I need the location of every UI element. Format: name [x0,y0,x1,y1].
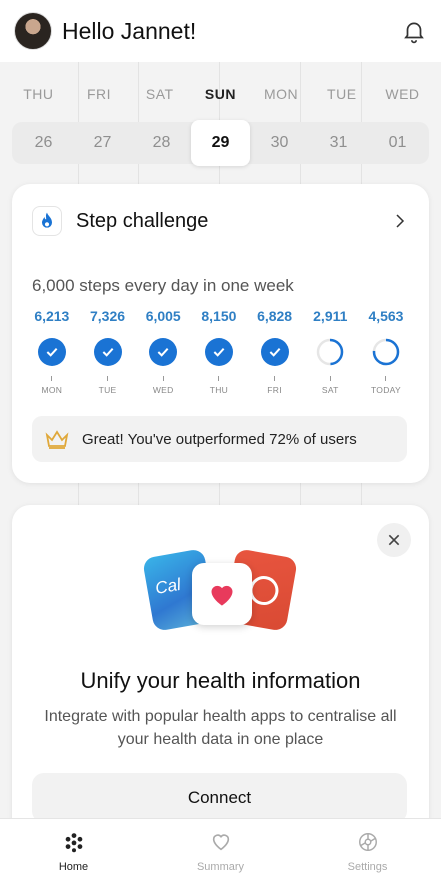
weekday-label: THU [23,86,54,102]
weekday-label: TUE [327,86,357,102]
weekday-label-selected: SUN [204,86,236,102]
step-count: 4,563 [368,308,404,324]
weekday-label: WED [385,86,420,102]
connect-button[interactable]: Connect [32,773,407,823]
step-day-label: TODAY [370,385,401,395]
bottom-navigation: Home Summary Settings [0,818,441,882]
step-day-column: 6,005 WED [135,308,191,395]
step-challenge-header[interactable]: Step challenge [32,204,409,238]
close-button[interactable] [377,523,411,557]
tick-mark [51,376,53,381]
step-day-column: 6,828 FRI [247,308,303,395]
tick-mark [218,376,220,381]
date-item[interactable]: 28 [132,122,191,164]
bell-icon[interactable] [401,18,427,44]
check-icon [93,338,122,366]
weekday-row: THU FRI SAT SUN MON TUE WED [8,86,433,102]
step-day-label: TUE [98,385,117,395]
step-day-column: 7,326 TUE [80,308,136,395]
weekday-label: SAT [145,86,174,102]
check-icon [204,338,233,366]
check-icon [149,338,178,366]
crown-icon [45,430,69,449]
date-item-selected[interactable]: 29 [191,120,250,166]
tick-mark [107,376,109,381]
app-header: Hello Jannet! [0,0,441,62]
step-count: 6,828 [257,308,293,324]
chevron-right-icon[interactable] [391,212,409,230]
gear-icon [358,833,377,851]
progress-ring-icon [372,338,400,366]
date-item[interactable]: 27 [73,122,132,164]
date-item[interactable]: 26 [14,122,73,164]
nav-label: Settings [347,861,388,873]
date-item[interactable]: 30 [250,122,309,164]
step-day-column: 2,911 SAT [302,308,358,395]
tick-mark [329,376,331,381]
nav-item-settings[interactable]: Settings [294,819,441,882]
step-week-row: 6,213 MON 7,326 TUE 6,005 WED 8,150 THU … [24,308,414,395]
nav-label: Summary [196,861,245,873]
check-icon [260,338,289,366]
step-count: 6,213 [34,308,70,324]
achievement-banner: Great! You've outperformed 72% of users [32,416,407,462]
step-count: 8,150 [201,308,237,324]
home-dots-icon [65,833,82,853]
check-icon [37,338,66,366]
tick-mark [385,376,387,381]
close-icon [388,534,400,546]
date-item[interactable]: 01 [368,122,427,164]
step-goal-text: 6,000 steps every day in one week [32,276,294,295]
unify-health-card: Cal Unify your health information Integr… [12,505,429,845]
step-day-label: FRI [267,385,282,395]
nav-item-summary[interactable]: Summary [147,819,294,882]
step-day-column: 4,563 TODAY [358,308,414,395]
step-day-column: 6,213 MON [24,308,80,395]
flame-icon [32,206,62,236]
nav-item-home[interactable]: Home [0,819,147,882]
heart-icon [212,834,229,851]
step-day-label: MON [41,385,63,395]
step-day-label: WED [152,385,174,395]
date-item[interactable]: 31 [309,122,368,164]
tick-mark [274,376,276,381]
progress-ring-icon [317,338,344,366]
tick-mark [162,376,164,381]
step-day-label: THU [209,385,229,395]
weekday-label: FRI [87,86,112,102]
weekday-label: MON [264,86,299,102]
heart-icon [211,585,233,606]
step-count: 2,911 [313,308,348,324]
step-day-column: 8,150 THU [191,308,247,395]
step-count: 6,005 [145,308,181,324]
achievement-text: Great! You've outperformed 72% of users [82,430,357,448]
health-apps-illustration: Cal [142,543,302,643]
unify-title: Unify your health information [80,668,361,693]
step-challenge-card[interactable]: Step challenge 6,000 steps every day in … [12,184,429,483]
unify-description: Integrate with popular health apps to ce… [44,708,397,748]
date-selector: 26 27 28 29 30 31 01 [12,120,429,166]
health-app-icon [192,563,252,625]
avatar[interactable] [14,12,52,50]
nav-label: Home [58,861,89,873]
step-count: 7,326 [90,308,126,324]
step-day-label: SAT [321,385,339,395]
step-challenge-title: Step challenge [76,209,209,232]
greeting-title: Hello Jannet! [62,17,197,44]
